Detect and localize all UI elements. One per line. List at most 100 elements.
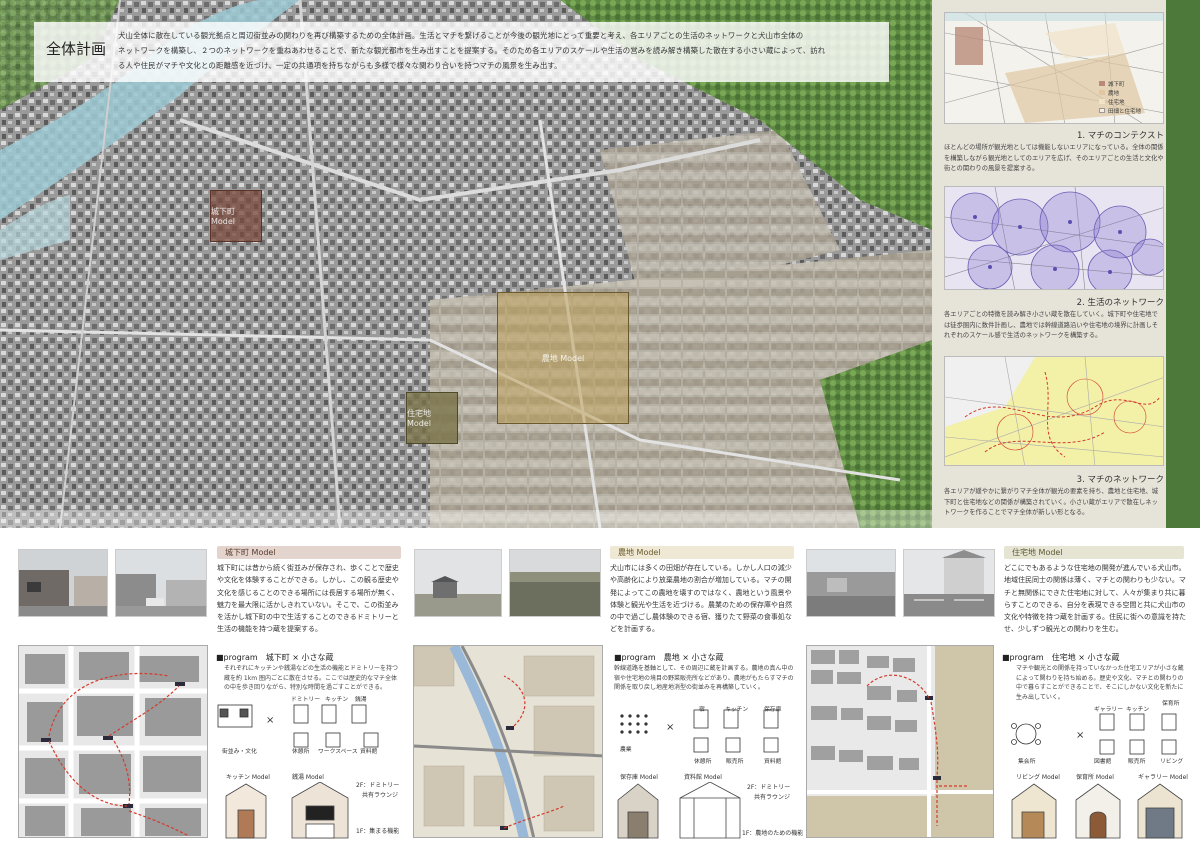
house-text: どこにでもあるような住宅地の開発が進んでいる犬山市。地域住民同士の関係は薄く、マ… [1004,564,1186,634]
context-legend: 城下町 農地 住宅地 田畑と住宅地 [1099,81,1141,117]
house-plan-map [806,645,994,838]
forest-strip [1166,0,1200,528]
context-caption: 1. マチのコンテクスト [1076,131,1164,141]
farm-model-storage-label: 保存庫 Model [620,774,658,781]
house-header: 住宅地 Model [1004,546,1184,559]
house-label-hall: 集会所 [1018,759,1036,765]
legend-item: 農地 [1099,90,1141,99]
castle-label-street: 街並み・文化 [222,749,257,755]
farm-label-inn: 宿 [699,707,705,713]
farm-label-agri: 農業 [620,747,632,753]
town-network-map [944,356,1164,466]
castle-plan-map [18,645,208,838]
castle-text: 城下町には昔から続く街並みが保存され、歩くことで歴史や文化を体験することができる… [217,564,399,634]
castle-note-2: 共有ラウンジ [362,792,399,799]
overview-line: る人や住民がマチや文化との距離感を近づけ、一定の共通項を持ちながらも多様で様々な… [118,61,562,70]
house-plan-graphic [807,646,993,837]
farm-plan-graphic [414,646,602,837]
context-text: ほとんどの場所が観光地としては機能しないエリアになっている。全体の関係を構築しな… [944,144,1164,172]
farm-photo-2 [509,549,601,617]
house-model-area[interactable]: 住宅地 Model [406,392,458,444]
house-program-head: ■program 住宅地 × 小さな蔵 [1002,653,1120,662]
house-label-kitchen: キッチン [1126,707,1150,713]
castle-model-area-label: 城下町 Model [211,207,236,226]
svg-text:×: × [266,715,274,726]
farm-text: 犬山市には多くの田畑が存在している。しかし人口の減少や高齢化により放棄農地の割合… [610,564,792,634]
context-map: 城下町 農地 住宅地 田畑と住宅地 [944,12,1164,124]
castle-photo-2 [115,549,207,617]
farm-note-1: 2F：ドミトリー [747,784,791,791]
farm-model-area-label: 農地 Model [541,353,585,363]
house-model-nursery-label: 保育所 Model [1076,774,1114,781]
overview-box: 全体計画 犬山全体に散在している観光拠点と周辺街並みの関わりを再び構築するための… [34,22,889,82]
farm-note-3: 1F：農地のための機能 [742,830,804,837]
castle-program-text: それぞれにキッチンや銭湯などの生活の機能とドミトリーを持つ蔵を約 1km 圏内ご… [224,665,399,691]
right-panel: 城下町 農地 住宅地 田畑と住宅地 1. マチのコンテクスト ほとんどの場所が観… [932,0,1200,528]
castle-label-rest: 休憩所 [292,749,310,755]
house-photo-1-graphic [807,550,895,616]
castle-label-archive: 資料館 [360,749,378,755]
farm-note-2: 共有ラウンジ [754,794,791,801]
life-network-text: 各エリアごとの特徴を読み解き小さい蔵を散在していく。城下町や住宅地では徒歩圏内に… [944,311,1159,339]
castle-photo-1-graphic [19,550,107,616]
house-label-shop: 販売所 [1128,759,1146,765]
legend-item: 田畑と住宅地 [1099,108,1141,117]
castle-program-head: ■program 城下町 × 小さな蔵 [216,653,334,662]
castle-note-3: 1F：集まる機能 [356,828,400,835]
overview-line: 犬山全体に散在している観光拠点と周辺街並みの関わりを再び構築するための全体計画。… [118,31,804,40]
legend-label: 田畑と住宅地 [1108,109,1142,115]
castle-plan-graphic [19,646,207,837]
aerial-map: 全体計画 犬山全体に散在している観光拠点と周辺街並みの関わりを再び構築するための… [0,0,932,528]
overview-title: 全体計画 [46,40,107,58]
house-photo-2 [903,549,995,617]
castle-label-kitchen: キッチン [325,697,349,703]
farm-photo-1-graphic [415,550,501,616]
overview-text: 犬山全体に散在している観光拠点と周辺街並みの関わりを再び構築するための全体計画。… [118,28,879,73]
castle-header: 城下町 Model [217,546,401,559]
legend-item: 城下町 [1099,81,1141,90]
house-photo-2-graphic [904,550,994,616]
svg-text:×: × [1076,730,1084,741]
farm-label-storage: 保存庫 [764,707,782,713]
castle-model-kitchen-label: キッチン Model [226,774,270,781]
farm-program-head: ■program 農地 × 小さな蔵 [614,653,724,662]
house-model-area-label: 住宅地 Model [407,409,432,428]
house-model-living-label: リビング Model [1016,774,1060,781]
farm-model-drawings [617,782,741,839]
legend-label: 住宅地 [1108,100,1125,106]
house-model-gallery-label: ギャラリー Model [1138,774,1188,781]
life-network-map [944,186,1164,290]
town-network-caption: 3. マチのネットワーク [1076,475,1164,485]
house-model-drawings [1011,783,1183,839]
farm-label-kitchen: キッチン [725,707,749,713]
farm-label-rest: 休憩所 [694,759,712,765]
legend-item: 住宅地 [1099,99,1141,108]
farm-header: 農地 Model [610,546,794,559]
town-network-graphic [945,357,1163,465]
castle-model-area[interactable]: 城下町 Model [210,190,262,242]
life-network-caption: 2. 生活のネットワーク [1076,298,1164,308]
farm-program-text: 幹線道路を基軸として、その周辺に蔵を計画する。農地の真ん中の宿や住宅地の境目の野… [614,665,794,691]
farm-photo-2-graphic [510,550,600,616]
farm-model-archive-label: 資料館 Model [684,774,722,781]
castle-label-work: ワークスペース [318,749,358,755]
house-label-living: リビング [1160,759,1184,765]
castle-model-bath-label: 銭湯 Model [292,774,324,781]
castle-label-bath: 銭湯 [355,697,367,703]
castle-photo-2-graphic [116,550,206,616]
farm-label-shop: 販売所 [726,759,744,765]
overview-line: ネットワークを構築し、２つのネットワークを重ねあわせることで、新たな観光都市を生… [118,46,826,55]
house-label-nursery: 保育所 [1162,701,1180,707]
castle-note-1: 2F：ドミトリー [356,782,400,789]
farm-photo-1 [414,549,502,617]
house-label-library: 図書館 [1094,759,1112,765]
castle-label-dorm: ドミトリー [291,697,320,703]
legend-label: 農地 [1108,91,1120,97]
farm-plan-map [413,645,603,838]
legend-label: 城下町 [1108,82,1125,88]
castle-photo-1 [18,549,108,617]
life-network-graphic [945,187,1163,289]
farm-model-area[interactable]: 農地 Model [497,292,629,424]
house-photo-1 [806,549,896,617]
svg-text:×: × [666,722,674,733]
